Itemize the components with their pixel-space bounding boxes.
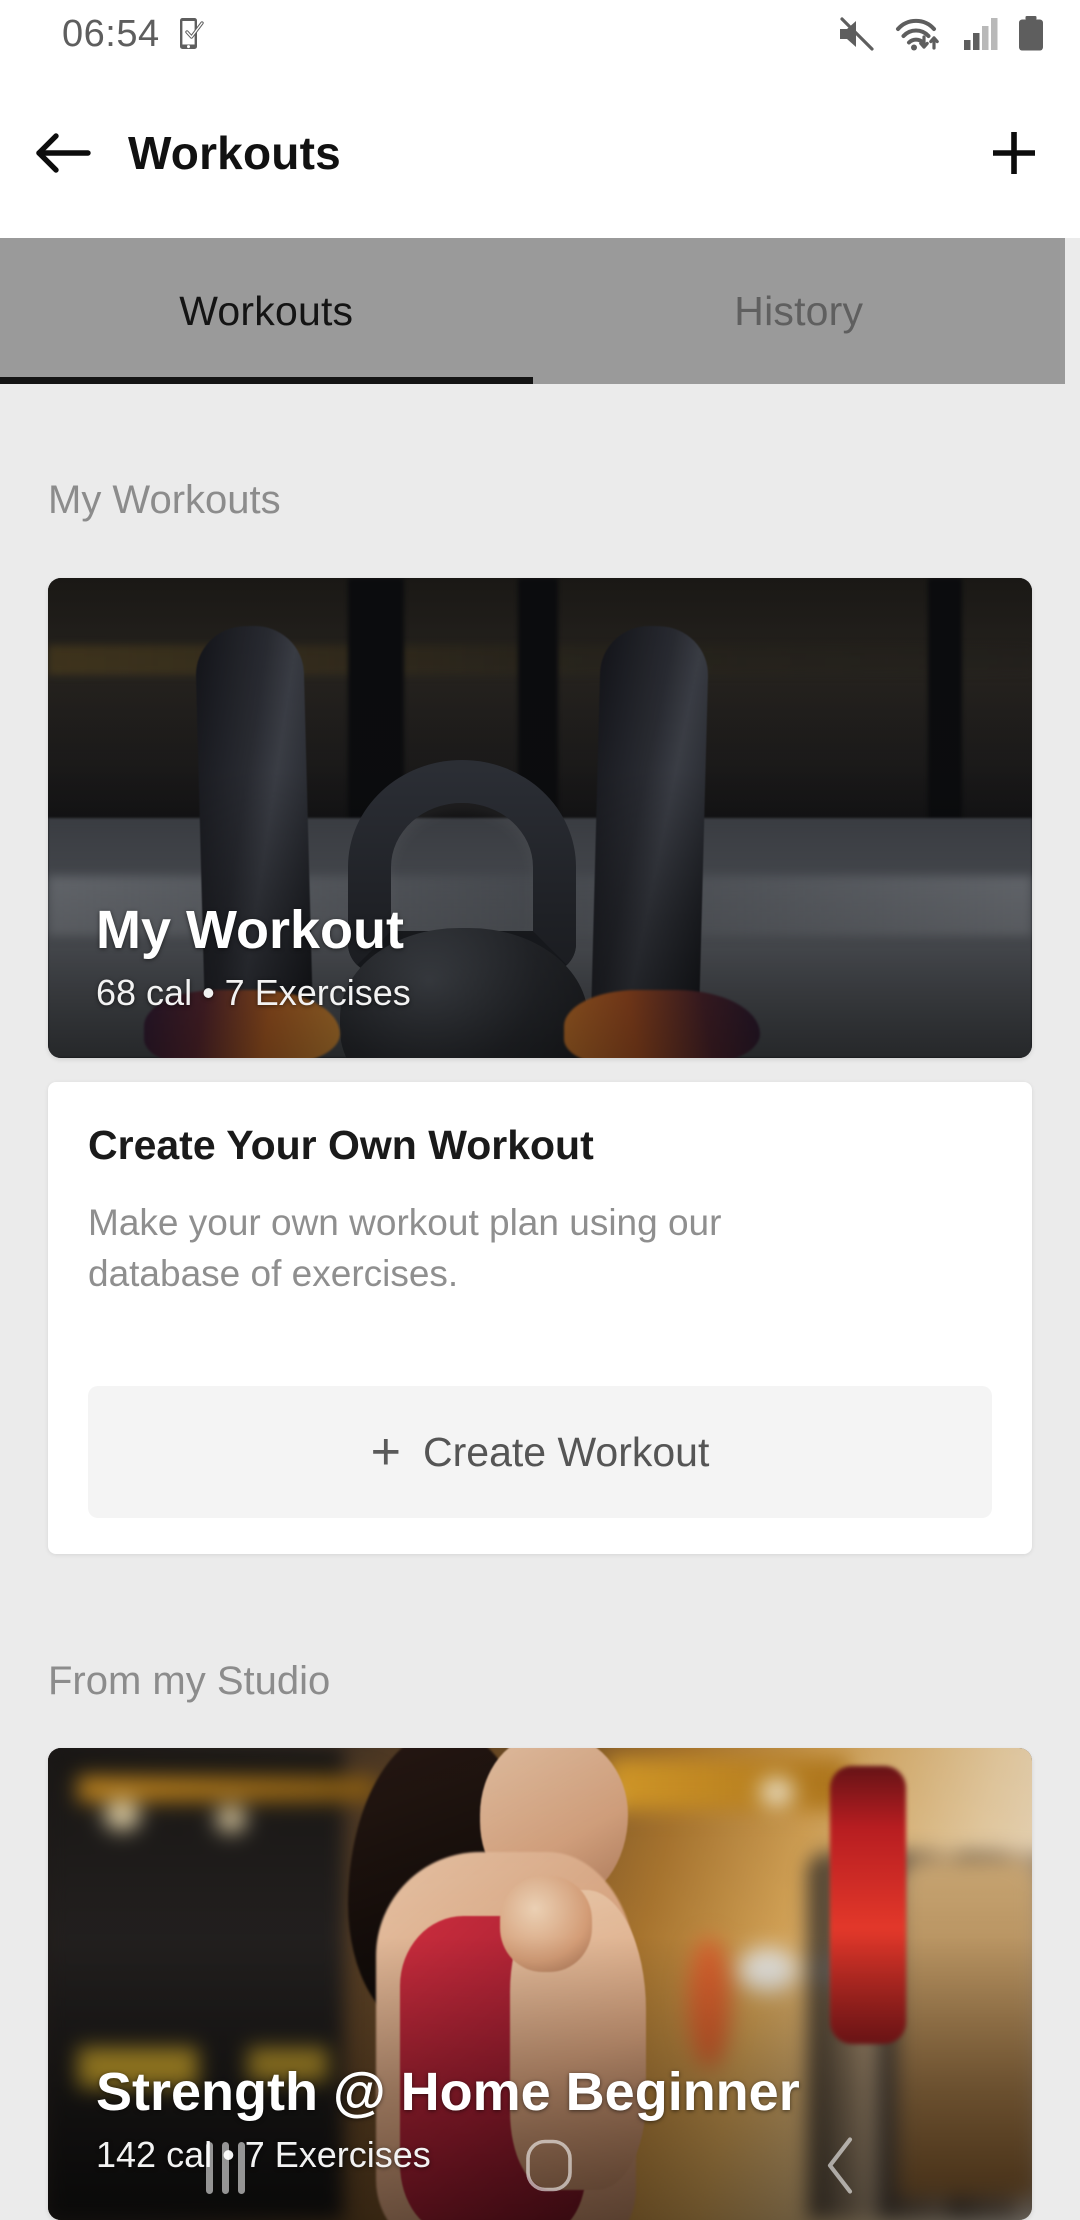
workout-card-subtitle: 68 cal • 7 Exercises: [96, 972, 411, 1013]
back-button[interactable]: [0, 130, 128, 176]
tab-active-indicator: [0, 377, 533, 384]
workouts-list: My Workouts My Workout 68 cal • 7 Exerci…: [0, 384, 1080, 2220]
phone-check-icon: [179, 18, 204, 49]
plus-icon: [993, 132, 1035, 174]
tab-bar: Workouts History: [0, 238, 1065, 384]
back-chevron-icon[interactable]: [820, 2134, 864, 2203]
create-workout-button[interactable]: + Create Workout: [88, 1386, 992, 1518]
studio-card-subtitle: 142 cal • 7 Exercises: [96, 2134, 431, 2175]
cellular-signal-icon: [964, 18, 998, 50]
create-card-description: Make your own workout plan using our dat…: [88, 1202, 722, 1295]
studio-card-text: Strength @ Home Beginner 142 cal • 7 Exe…: [96, 2062, 800, 2176]
create-workout-card: Create Your Own Workout Make your own wo…: [48, 1082, 1032, 1554]
app-bar: Workouts: [0, 68, 1080, 238]
section-header-my-workouts: My Workouts: [48, 478, 281, 522]
create-card-title: Create Your Own Workout: [88, 1122, 594, 1168]
tab-history-label: History: [734, 287, 864, 334]
battery-full-icon: [1019, 16, 1043, 51]
tab-history[interactable]: History: [533, 238, 1066, 384]
arrow-left-icon: [36, 133, 91, 173]
status-bar-left: 06:54: [62, 13, 204, 56]
tab-workouts-label: Workouts: [179, 287, 354, 334]
plus-icon: +: [370, 1423, 401, 1481]
status-clock: 06:54: [62, 12, 160, 55]
workout-card-my-workout[interactable]: My Workout 68 cal • 7 Exercises: [48, 578, 1032, 1058]
app-screen: 06:54 Workouts Workouts History My Worko…: [0, 0, 1080, 2220]
workout-card-title: My Workout: [96, 899, 404, 960]
studio-card-title: Strength @ Home Beginner: [96, 2061, 800, 2122]
add-workout-button[interactable]: [948, 127, 1080, 179]
status-bar: 06:54: [0, 0, 1080, 68]
page-title: Workouts: [128, 127, 341, 179]
create-workout-button-label: Create Workout: [423, 1428, 710, 1475]
tab-workouts[interactable]: Workouts: [0, 238, 533, 384]
workout-card-text: My Workout 68 cal • 7 Exercises: [96, 900, 411, 1014]
section-header-from-my-studio: From my Studio: [48, 1659, 331, 1703]
wifi-transfer-icon: [896, 18, 939, 51]
recents-icon[interactable]: [206, 2142, 245, 2194]
volume-mute-icon: [840, 17, 874, 51]
home-icon[interactable]: [524, 2138, 574, 2199]
status-bar-right: [836, 15, 1046, 53]
